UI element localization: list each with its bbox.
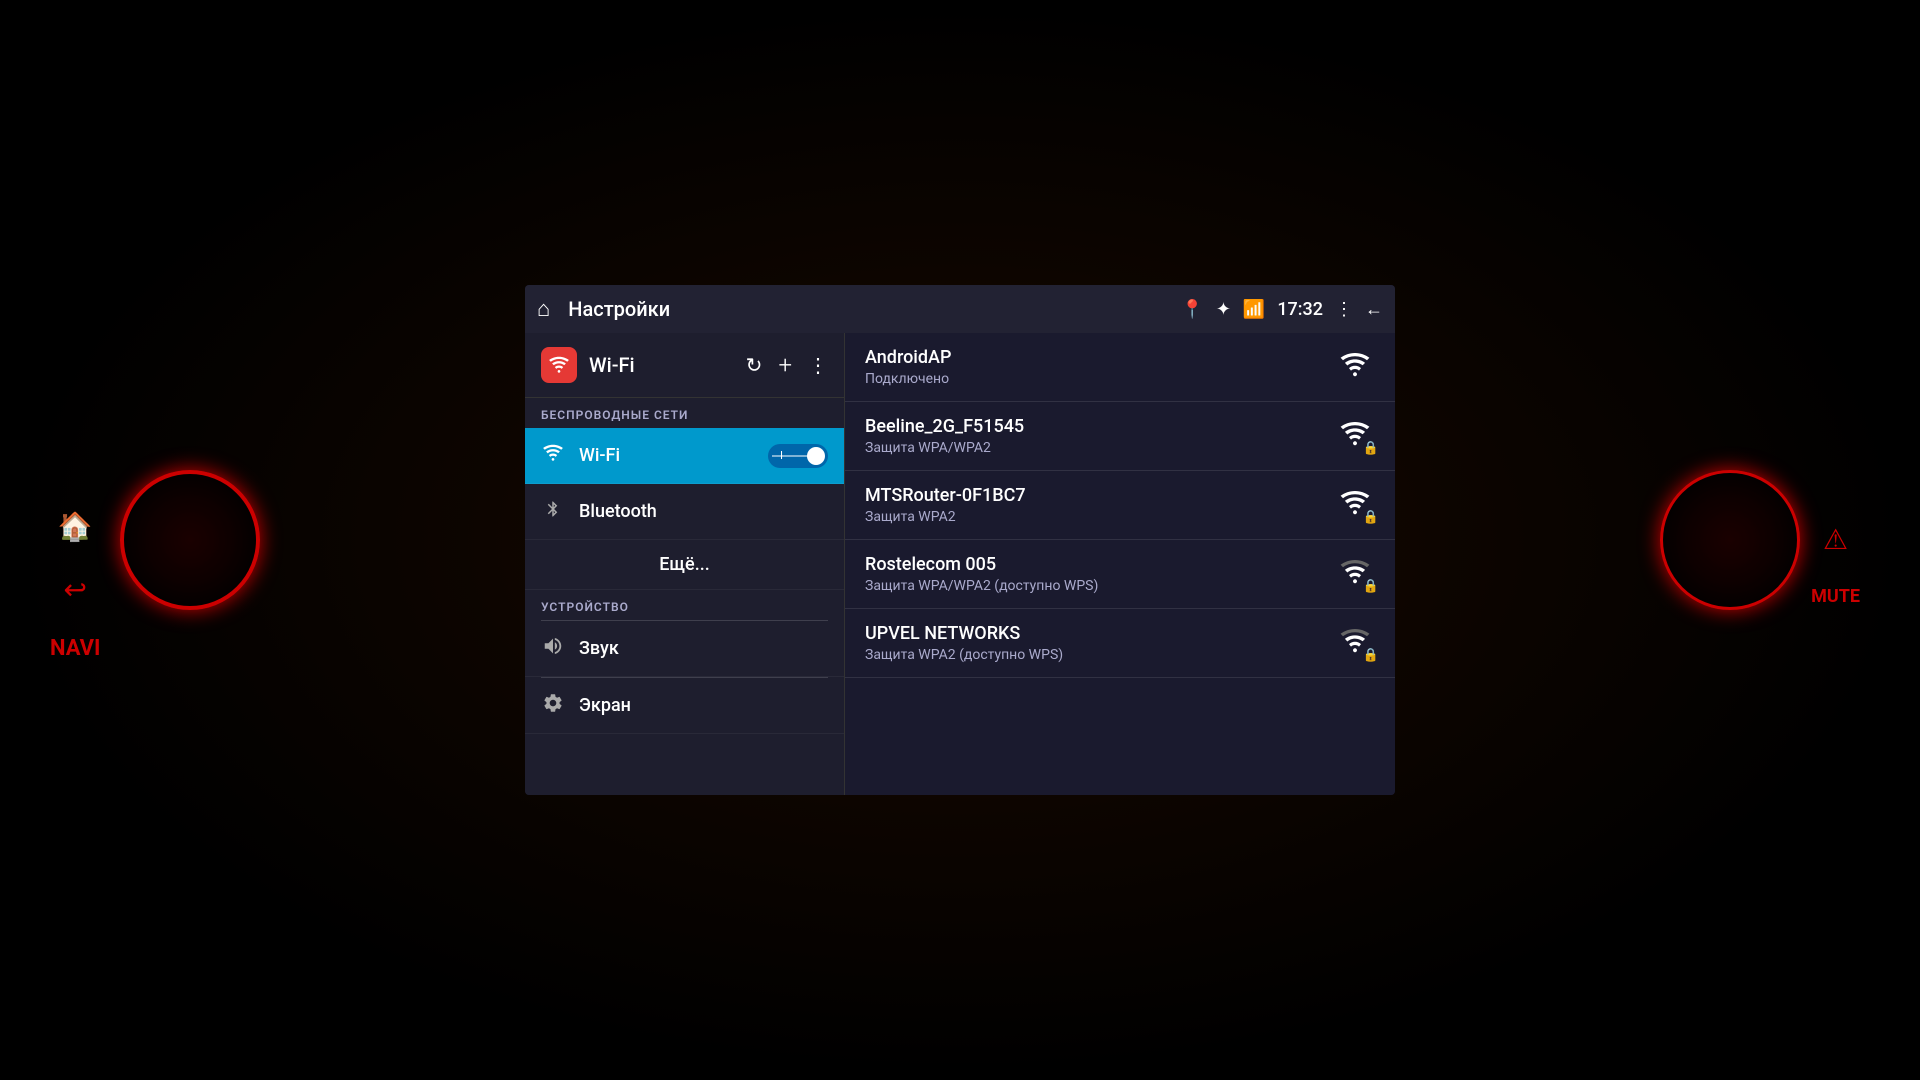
sidebar-item-bluetooth[interactable]: Bluetooth xyxy=(525,484,844,540)
network-info-mts: MTSRouter-0F1BC7 Защита WPA2 xyxy=(865,485,1339,525)
network-info-androidap: AndroidAP Подключено xyxy=(865,347,1339,387)
network-item-rostelecom[interactable]: Rostelecom 005 Защита WPA/WPA2 (доступно… xyxy=(845,540,1395,609)
wifi-toggle[interactable]: I xyxy=(768,444,828,468)
toggle-knob xyxy=(807,447,825,465)
network-status-upvel: Защита WPA2 (доступно WPS) xyxy=(865,647,1339,663)
network-name-upvel: UPVEL NETWORKS xyxy=(865,623,1339,644)
sound-menu-icon xyxy=(541,635,565,662)
home-button-left[interactable]: 🏠 xyxy=(58,510,93,543)
network-item-mts[interactable]: MTSRouter-0F1BC7 Защита WPA2 🔒 xyxy=(845,471,1395,540)
wifi-header: Wi-Fi ↻ + ⋮ xyxy=(525,333,844,398)
overflow-menu-icon[interactable]: ⋮ xyxy=(1335,299,1353,320)
bluetooth-menu-label: Bluetooth xyxy=(579,501,828,522)
back-icon[interactable]: ← xyxy=(1365,299,1383,320)
mute-button[interactable]: MUTE xyxy=(1811,586,1860,607)
network-info-beeline: Beeline_2G_F51545 Защита WPA/WPA2 xyxy=(865,416,1339,456)
network-name-androidap: AndroidAP xyxy=(865,347,1339,368)
status-icons: 📍 ✦ 📶 17:32 ⋮ ← xyxy=(1181,299,1383,320)
signal-rostelecom: 🔒 xyxy=(1339,556,1375,592)
right-panel: AndroidAP Подключено Beeline_2G_F51545 З… xyxy=(845,333,1395,795)
wifi-more-icon[interactable]: ⋮ xyxy=(808,353,828,377)
home-icon[interactable]: ⌂ xyxy=(537,296,550,322)
wifi-menu-label: Wi-Fi xyxy=(579,445,754,466)
refresh-icon[interactable]: ↻ xyxy=(746,353,763,377)
toggle-text: I xyxy=(780,449,783,462)
right-knob[interactable] xyxy=(1660,470,1800,610)
screen-menu-icon xyxy=(541,692,565,719)
bluetooth-status-icon: ✦ xyxy=(1216,299,1231,320)
signal-upvel: 🔒 xyxy=(1339,625,1375,661)
right-side-controls: ⚠ MUTE xyxy=(1811,523,1860,607)
wireless-section-header: БЕСПРОВОДНЫЕ СЕТИ xyxy=(525,398,844,428)
back-button-left[interactable]: ↩ xyxy=(63,573,86,606)
network-status-mts: Защита WPA2 xyxy=(865,509,1339,525)
network-status-beeline: Защита WPA/WPA2 xyxy=(865,440,1339,456)
sidebar-item-more[interactable]: Ещё... xyxy=(525,540,844,590)
screen-menu-label: Экран xyxy=(579,695,828,716)
signal-beeline: 🔒 xyxy=(1339,418,1375,454)
wifi-menu-icon xyxy=(541,442,565,469)
network-name-mts: MTSRouter-0F1BC7 xyxy=(865,485,1339,506)
main-screen: ⌂ Настройки 📍 ✦ 📶 17:32 ⋮ ← Wi-Fi xyxy=(525,285,1395,795)
wifi-signal-full-icon xyxy=(1339,349,1371,381)
add-network-icon[interactable]: + xyxy=(778,351,792,379)
network-item-upvel[interactable]: UPVEL NETWORKS Защита WPA2 (доступно WPS… xyxy=(845,609,1395,678)
navi-button[interactable]: NAVI xyxy=(50,636,100,661)
alert-icon-right: ⚠ xyxy=(1823,523,1848,556)
page-title: Настройки xyxy=(568,297,1171,321)
lock-icon-mts: 🔒 xyxy=(1363,510,1379,525)
content-area: Wi-Fi ↻ + ⋮ БЕСПРОВОДНЫЕ СЕТИ Wi-Fi xyxy=(525,333,1395,795)
network-status-rostelecom: Защита WPA/WPA2 (доступно WPS) xyxy=(865,578,1339,594)
location-icon: 📍 xyxy=(1181,299,1203,320)
clock: 17:32 xyxy=(1277,299,1323,320)
lock-icon-beeline: 🔒 xyxy=(1363,441,1379,456)
network-name-beeline: Beeline_2G_F51545 xyxy=(865,416,1339,437)
status-bar: ⌂ Настройки 📍 ✦ 📶 17:32 ⋮ ← xyxy=(525,285,1395,333)
sound-menu-label: Звук xyxy=(579,638,828,659)
lock-icon-rostelecom: 🔒 xyxy=(1363,579,1379,594)
network-name-rostelecom: Rostelecom 005 xyxy=(865,554,1339,575)
network-item-androidap[interactable]: AndroidAP Подключено xyxy=(845,333,1395,402)
wifi-action-icons: ↻ + ⋮ xyxy=(746,351,828,379)
more-label: Ещё... xyxy=(541,554,828,575)
bluetooth-menu-icon xyxy=(541,498,565,525)
left-panel: Wi-Fi ↻ + ⋮ БЕСПРОВОДНЫЕ СЕТИ Wi-Fi xyxy=(525,333,845,795)
signal-mts: 🔒 xyxy=(1339,487,1375,523)
sidebar-item-screen[interactable]: Экран xyxy=(525,678,844,734)
wifi-settings-icon xyxy=(548,354,570,376)
wifi-status-icon: 📶 xyxy=(1243,299,1265,320)
network-info-rostelecom: Rostelecom 005 Защита WPA/WPA2 (доступно… xyxy=(865,554,1339,594)
network-status-androidap: Подключено xyxy=(865,371,1339,387)
wifi-icon-box xyxy=(541,347,577,383)
left-knob[interactable] xyxy=(120,470,260,610)
network-item-beeline[interactable]: Beeline_2G_F51545 Защита WPA/WPA2 🔒 xyxy=(845,402,1395,471)
signal-androidap xyxy=(1339,349,1375,385)
network-info-upvel: UPVEL NETWORKS Защита WPA2 (доступно WPS… xyxy=(865,623,1339,663)
left-side-controls: 🏠 ↩ NAVI xyxy=(50,510,100,661)
sidebar-item-sound[interactable]: Звук xyxy=(525,621,844,677)
sidebar-item-wifi[interactable]: Wi-Fi I xyxy=(525,428,844,484)
lock-icon-upvel: 🔒 xyxy=(1363,648,1379,663)
device-section-header: УСТРОЙСТВО xyxy=(525,590,844,620)
wifi-section-title: Wi-Fi xyxy=(589,353,734,377)
